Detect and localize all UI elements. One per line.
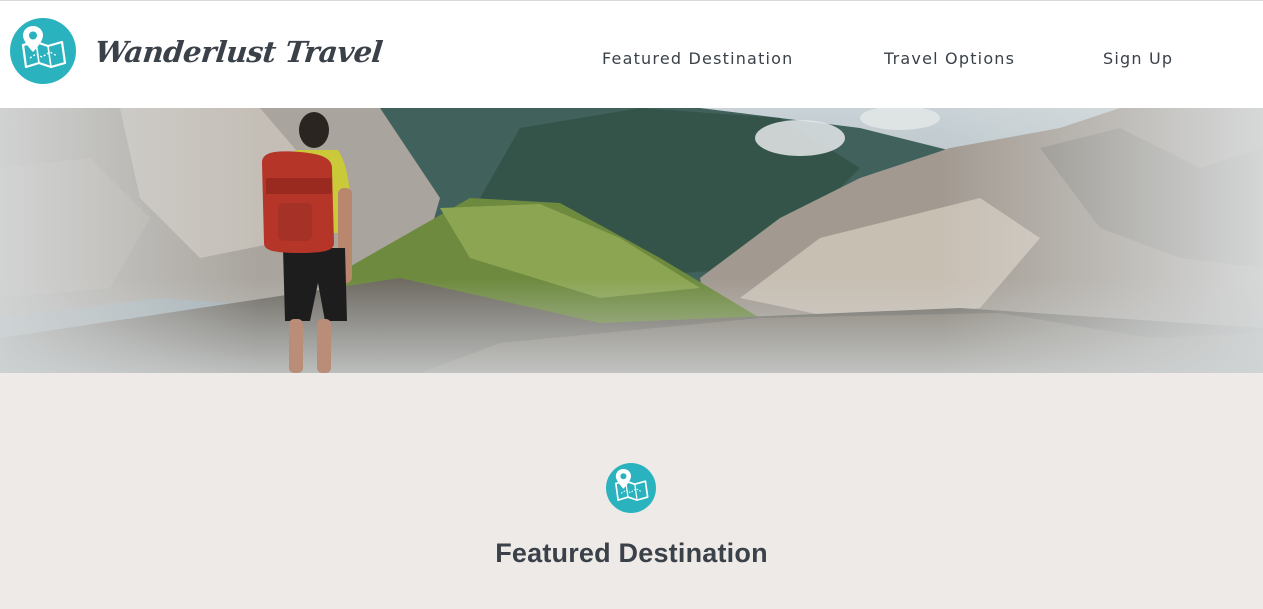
section-title: Featured Destination: [495, 538, 768, 568]
hero-image: [0, 108, 1263, 373]
hero-banner: [0, 108, 1263, 373]
site-header: Wanderlust Travel Featured Destination T…: [0, 0, 1263, 108]
featured-section: Featured Destination: [0, 373, 1263, 609]
main-nav: Featured Destination Travel Options Sign…: [0, 49, 1263, 71]
nav-sign-up[interactable]: Sign Up: [1103, 49, 1173, 68]
nav-travel-options[interactable]: Travel Options: [884, 49, 1015, 68]
nav-featured-destination[interactable]: Featured Destination: [602, 49, 794, 68]
map-pin-icon: [606, 463, 656, 513]
